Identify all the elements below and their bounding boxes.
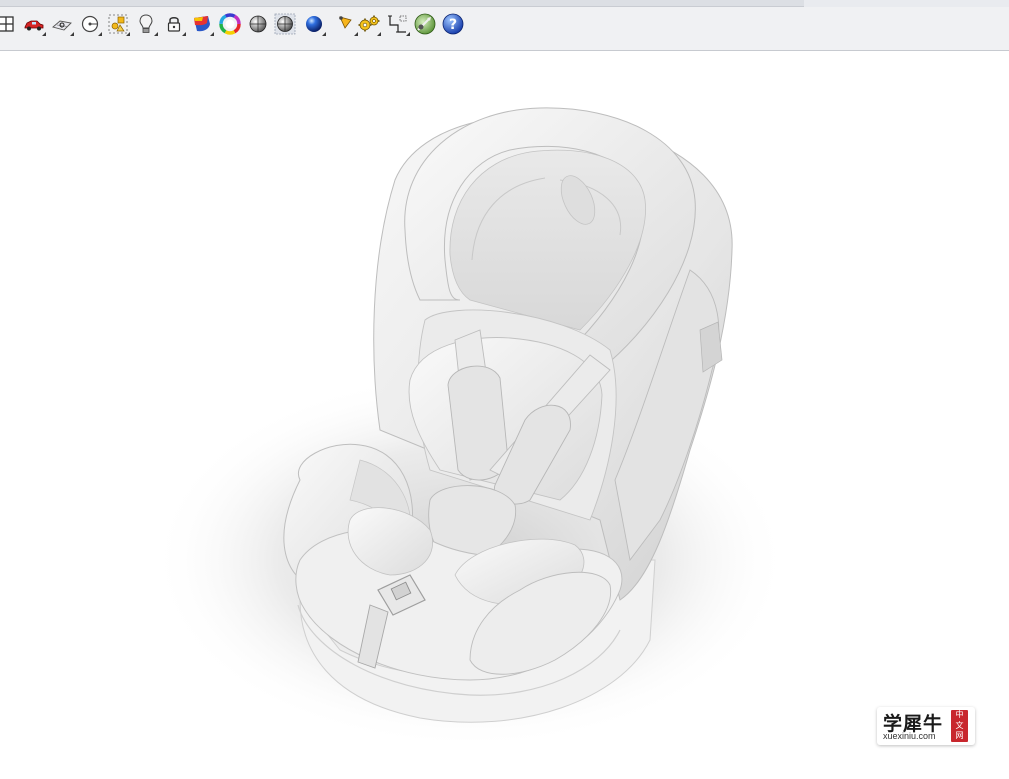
watermark-seal: 中文网 bbox=[951, 710, 968, 742]
car-camera-icon[interactable] bbox=[22, 12, 46, 36]
window-top-strip bbox=[0, 0, 1009, 7]
shapes-icon[interactable] bbox=[106, 12, 130, 36]
material-icon[interactable] bbox=[190, 12, 214, 36]
light-bulb-icon[interactable] bbox=[134, 12, 158, 36]
target-icon[interactable] bbox=[78, 12, 102, 36]
help-icon[interactable]: ? bbox=[441, 12, 465, 36]
child-seat-render bbox=[150, 107, 790, 750]
watermark-domain: xuexiniu.com bbox=[883, 731, 936, 741]
render-toolbar: ? bbox=[0, 7, 1009, 51]
gear-options-icon[interactable] bbox=[357, 12, 381, 36]
dimension-icon[interactable] bbox=[386, 12, 410, 36]
render-viewport[interactable]: 学犀牛 xuexiniu.com 中文网 bbox=[0, 51, 1009, 779]
spotlight-icon[interactable] bbox=[334, 12, 358, 36]
shaded-sphere-icon[interactable] bbox=[246, 12, 270, 36]
tab-bar bbox=[0, 0, 804, 7]
ray-trace-icon[interactable] bbox=[413, 12, 437, 36]
site-watermark: 学犀牛 xuexiniu.com 中文网 bbox=[877, 707, 975, 745]
color-wheel-icon[interactable] bbox=[218, 12, 242, 36]
lock-icon[interactable] bbox=[162, 12, 186, 36]
render-sphere-icon[interactable] bbox=[273, 12, 297, 36]
blue-sphere-icon[interactable] bbox=[302, 12, 326, 36]
viewport-layout-icon[interactable] bbox=[0, 12, 18, 36]
cplane-icon[interactable] bbox=[50, 12, 74, 36]
svg-text:?: ? bbox=[449, 17, 457, 33]
